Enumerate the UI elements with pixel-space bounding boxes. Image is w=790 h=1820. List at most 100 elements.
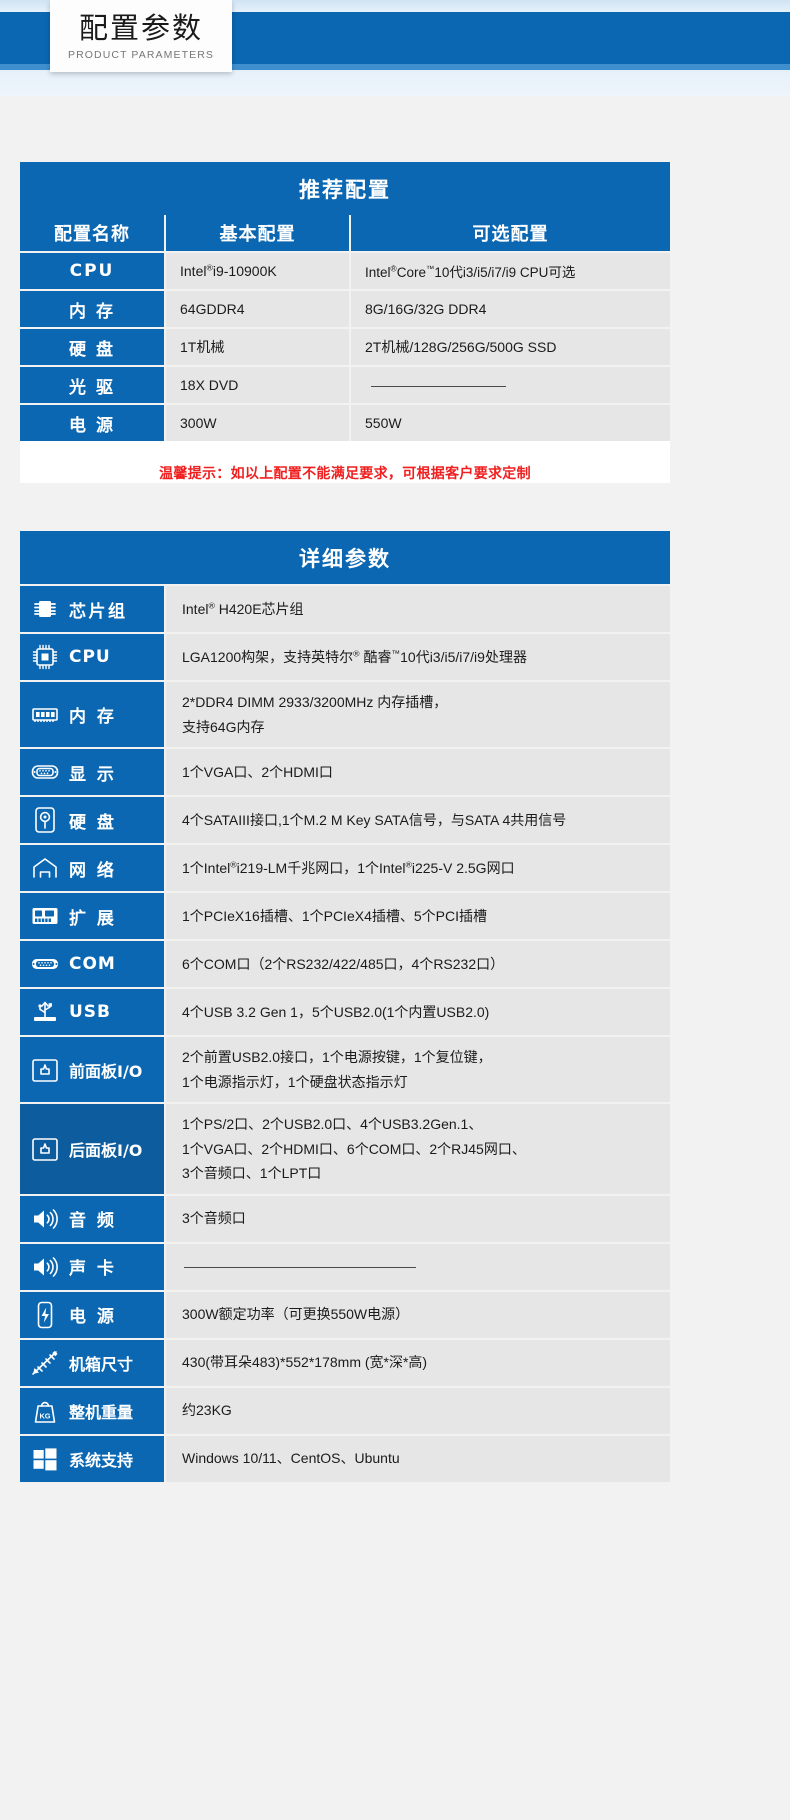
- table-row: 内 存 64GDDR4 8G/16G/32G DDR4: [20, 289, 670, 328]
- spec-label-text: 系统支持: [69, 1450, 134, 1470]
- windows-icon: [33, 1447, 57, 1470]
- spec-description-cell: 430(带耳朵483)*552*178mm (宽*深*高): [165, 1337, 670, 1387]
- spec-label-inner: 网 络: [20, 845, 164, 891]
- config-name-cell: CPU: [20, 251, 166, 290]
- spec-label-cell: 显 示: [20, 747, 166, 796]
- spec-label-inner: KG 整机重量: [20, 1388, 164, 1434]
- spec-label-inner: COM: [20, 941, 164, 987]
- config-name-cell: 内 存: [20, 289, 166, 328]
- spec-label-inner: 系统支持: [20, 1436, 164, 1482]
- cpu-icon: [32, 644, 58, 670]
- spec-description-line: 1个VGA口、2个HDMI口、6个COM口、2个RJ45网口、: [182, 1140, 526, 1157]
- product-parameters-page: 配置参数 PRODUCT PARAMETERS 推荐配置 配置名称 基本配置 可…: [0, 0, 790, 1820]
- page-title: 配置参数: [78, 11, 203, 46]
- spec-description-cell: Windows 10/11、CentOS、Ubuntu: [165, 1433, 670, 1482]
- table-row: 光 驱 18X DVD: [20, 365, 670, 404]
- spec-label-inner: 电 源: [20, 1292, 164, 1338]
- spec-description-line: 4个USB 3.2 Gen 1，5个USB2.0(1个内置USB2.0): [182, 1003, 490, 1020]
- spec-description-cell: 4个USB 3.2 Gen 1，5个USB2.0(1个内置USB2.0): [165, 987, 670, 1036]
- spec-description-cell: [165, 1241, 670, 1291]
- spec-label-cell: 网 络: [20, 843, 166, 892]
- optional-config-cell: 8G/16G/32G DDR4: [350, 289, 670, 328]
- recommended-config-title: 推荐配置: [20, 162, 670, 215]
- spec-label-text: USB: [69, 1002, 112, 1022]
- spec-description-cell: 300W额定功率（可更换550W电源）: [165, 1289, 670, 1339]
- spec-description-cell: LGA1200构架，支持英特尔® 酷睿™10代i3/i5/i7/i9处理器: [165, 632, 670, 681]
- table-row: 硬 盘 1T机械 2T机械/128G/256G/500G SSD: [20, 327, 670, 366]
- spec-label-cell: 芯片组: [20, 584, 166, 633]
- spec-label-inner: 音 频: [20, 1196, 164, 1242]
- spec-label-inner: 声 卡: [20, 1244, 164, 1290]
- spec-label-text: 音 频: [69, 1211, 117, 1231]
- empty-dash: [184, 1267, 416, 1269]
- spec-label-cell: 后面板I/O: [20, 1102, 166, 1195]
- table-row: 后面板I/O 1个PS/2口、2个USB2.0口、4个USB3.2Gen.1、 1个…: [20, 1102, 670, 1195]
- table-row: 声 卡: [20, 1241, 670, 1291]
- table-header-row: 配置名称 基本配置 可选配置: [20, 215, 670, 252]
- spec-label-cell: 电 源: [20, 1289, 166, 1339]
- spec-label-text: 前面板I/O: [69, 1061, 143, 1081]
- table-row: 内 存 2*DDR4 DIMM 2933/3200MHz 内存插槽， 支持64G内存: [20, 680, 670, 748]
- spec-description-line: 3个音频口、1个LPT口: [182, 1165, 322, 1181]
- table-row: 电 源 300W额定功率（可更换550W电源）: [20, 1289, 670, 1339]
- svg-text:KG: KG: [39, 1411, 50, 1420]
- spec-label-text: 电 源: [69, 1307, 117, 1327]
- spec-label-cell: 系统支持: [20, 1433, 166, 1482]
- spec-label-text: 显 示: [69, 764, 117, 785]
- spec-description-line: 1个VGA口、2个HDMI口: [182, 763, 333, 780]
- spec-label-inner: 前面板I/O: [20, 1047, 164, 1093]
- customization-notice: 温馨提示：如以上配置不能满足要求，可根据客户要求定制: [159, 466, 531, 482]
- spec-label-cell: CPU: [20, 632, 166, 681]
- spec-description-line: 6个COM口（2个RS232/422/485口，4个RS232口）: [182, 955, 505, 972]
- spec-label-inner: 机箱尺寸: [20, 1340, 164, 1386]
- detailed-params-title: 详细参数: [20, 531, 670, 584]
- spec-label-text: CPU: [69, 647, 111, 667]
- table-row: 音 频 3个音频口: [20, 1193, 670, 1243]
- spec-description-cell: 6个COM口（2个RS232/422/485口，4个RS232口）: [165, 939, 670, 988]
- basic-config-cell: Intel®i9-10900K: [165, 251, 351, 290]
- spec-description-line: 430(带耳朵483)*552*178mm (宽*深*高): [182, 1354, 428, 1371]
- dimension-icon: [32, 1350, 58, 1375]
- spec-description-line: 1个电源指示灯，1个硬盘状态指示灯: [182, 1073, 408, 1090]
- spec-description-cell: 1个PS/2口、2个USB2.0口、4个USB3.2Gen.1、 1个VGA口、2…: [165, 1102, 670, 1195]
- spec-label-cell: 硬 盘: [20, 795, 166, 844]
- spec-description-line: Intel® H420E芯片组: [182, 600, 304, 617]
- vga-display-icon: [31, 765, 59, 779]
- spec-description-cell: Intel® H420E芯片组: [165, 584, 670, 633]
- spec-description-line: LGA1200构架，支持英特尔® 酷睿™10代i3/i5/i7/i9处理器: [182, 648, 527, 665]
- spec-description-line: 1个PCIeX16插槽、1个PCIeX4插槽、5个PCI插槽: [182, 907, 487, 924]
- spec-label-text: 机箱尺寸: [69, 1354, 134, 1374]
- rear-panel-icon: [32, 1137, 58, 1161]
- spec-description-cell: 1个PCIeX16插槽、1个PCIeX4插槽、5个PCI插槽: [165, 891, 670, 940]
- spec-description-line: Windows 10/11、CentOS、Ubuntu: [182, 1450, 400, 1467]
- usb-icon: [34, 1001, 56, 1021]
- empty-dash: [371, 385, 506, 387]
- spec-description-cell: 约23KG: [165, 1385, 670, 1435]
- spec-label-text: COM: [69, 954, 116, 974]
- spec-label-text: 声 卡: [69, 1259, 117, 1279]
- spec-label-inner: 芯片组: [20, 586, 164, 632]
- table-row: 电 源 300W 550W: [20, 403, 670, 441]
- spec-description-cell: 3个音频口: [165, 1193, 670, 1243]
- table-row: 机箱尺寸 430(带耳朵483)*552*178mm (宽*深*高): [20, 1337, 670, 1387]
- basic-config-cell: 64GDDR4: [165, 289, 351, 328]
- spec-label-cell: 音 频: [20, 1193, 166, 1243]
- spec-description-cell: 4个SATAIII接口,1个M.2 M Key SATA信号，与SATA 4共用…: [165, 795, 670, 844]
- spec-label-text: 整机重量: [69, 1402, 134, 1422]
- table-row: USB 4个USB 3.2 Gen 1，5个USB2.0(1个内置USB2.0): [20, 987, 670, 1036]
- spec-label-inner: 扩 展: [20, 893, 164, 939]
- table-row: 网 络 1个Intel®i219-LM千兆网口，1个Intel®i225-V 2.…: [20, 843, 670, 892]
- front-panel-icon: [32, 1058, 58, 1082]
- spec-label-cell: 机箱尺寸: [20, 1337, 166, 1387]
- serial-port-icon: [32, 959, 58, 969]
- spec-label-inner: USB: [20, 989, 164, 1035]
- spec-label-text: 扩 展: [69, 908, 117, 929]
- weight-icon: KG: [34, 1401, 56, 1423]
- table-row: CPU Intel®i9-10900K Intel®Core™10代i3/i5/i7…: [20, 251, 670, 290]
- column-header-basic: 基本配置: [165, 215, 351, 252]
- column-header-optional: 可选配置: [350, 215, 670, 252]
- config-name-cell: 电 源: [20, 403, 166, 441]
- spec-description-line: 2*DDR4 DIMM 2933/3200MHz 内存插槽，: [182, 694, 448, 710]
- page-title-card: 配置参数 PRODUCT PARAMETERS: [50, 0, 232, 72]
